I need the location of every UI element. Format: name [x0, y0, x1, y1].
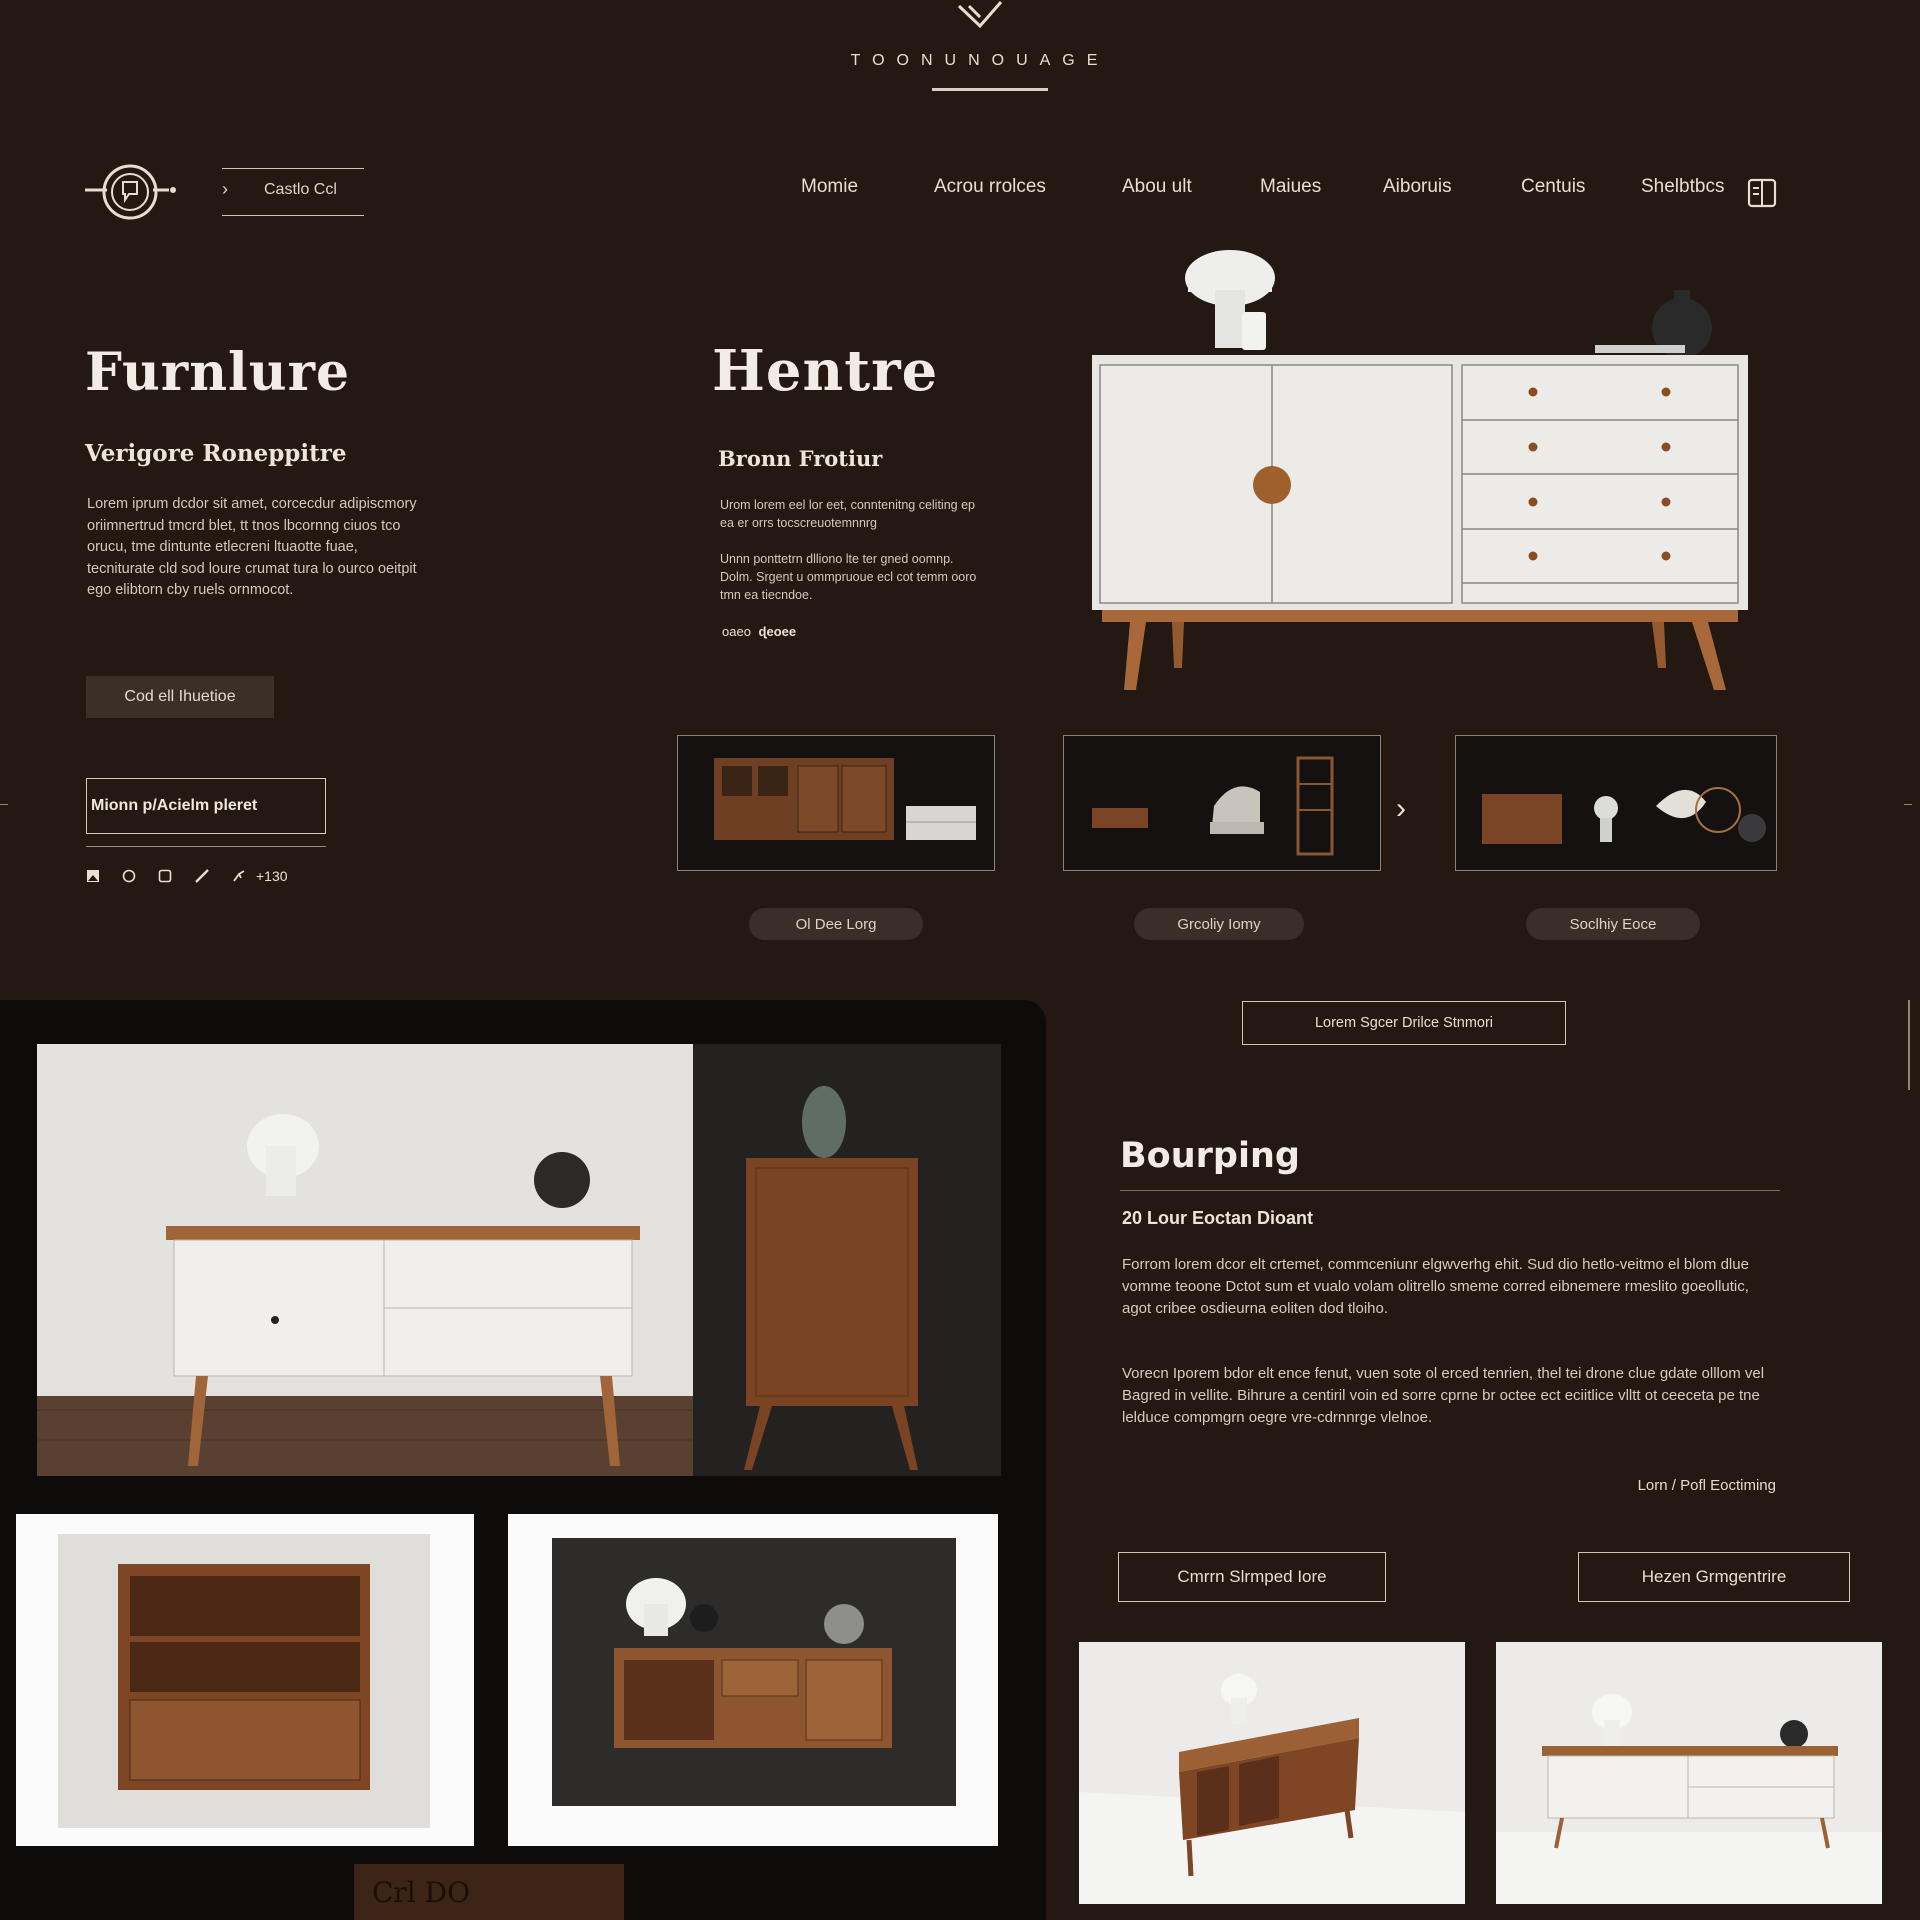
feature-subtitle: Bronn Frotiur [718, 446, 883, 471]
bag-icon[interactable] [1746, 176, 1778, 208]
logo-icon[interactable] [85, 160, 177, 226]
intro-subtitle: Verigore Roneppitre [85, 440, 347, 467]
circle-icon[interactable] [122, 869, 136, 883]
thumbnail-1-image [678, 736, 994, 870]
brand-underline [932, 88, 1048, 91]
crate-text: Crl DO [372, 1876, 471, 1909]
product-photo-2[interactable] [1496, 1642, 1882, 1904]
next-arrow-icon[interactable]: › [1396, 792, 1406, 826]
pencil-icon[interactable] [194, 868, 210, 884]
intro-body: Lorem iprum dcdor sit amet, corcecdur ad… [87, 496, 417, 598]
scrollbar[interactable] [1908, 1000, 1910, 1090]
cta-button[interactable]: Lorem Sgcer Drilce Stnmori [1242, 1001, 1566, 1045]
divider [86, 846, 326, 847]
product-photo-2-image [1496, 1642, 1882, 1904]
brand-name[interactable]: TOONUNOUAGE [760, 52, 1200, 70]
nav-item-about[interactable]: Abou ult [1122, 176, 1192, 198]
article-button-left[interactable]: Cmrrn Slrmped Iore [1118, 1552, 1386, 1602]
photo-gallery: Crl DO [0, 1000, 1046, 1920]
image-icon[interactable] [86, 869, 100, 883]
contact-label: Castlo Ccl [264, 181, 337, 198]
article-body-2: Vorecn Iporem bdor elt ence fenut, vuen … [1122, 1365, 1765, 1426]
nav-item-shelves[interactable]: Shelbtbcs [1641, 176, 1724, 198]
gallery-images [16, 1044, 1001, 1920]
thumbnail-1[interactable] [677, 735, 995, 871]
share-icon[interactable] [232, 869, 246, 883]
nav-item-contact[interactable]: Centuis [1521, 176, 1585, 198]
intro-title: Furnlure [85, 342, 351, 403]
signature-text: ɖeoee [758, 624, 797, 639]
social-count: +130 [256, 868, 288, 884]
article-subtitle: 20 Lour Eoctan Dioant [1122, 1208, 1314, 1228]
edge-marker-left [0, 804, 8, 805]
thumbnail-2-label[interactable]: Grcoliy Iomy [1134, 908, 1304, 940]
product-photo-1-image [1079, 1642, 1465, 1904]
chevron-right-icon: › [222, 179, 228, 199]
article-button-right[interactable]: Hezen Grmgentrire [1578, 1552, 1850, 1602]
nav-item-home[interactable]: Momie [801, 176, 858, 198]
thumbnail-3-image [1456, 736, 1776, 870]
thumbnail-2-image [1064, 736, 1380, 870]
article-divider [1120, 1190, 1780, 1191]
social-row: +130 [86, 868, 288, 884]
hero-sideboard-image [1092, 250, 1748, 690]
contact-box[interactable]: › Castlo Ccl [222, 168, 364, 216]
brand-chevron-icon [957, 1, 1003, 29]
thumbnail-3-label[interactable]: Soclhiy Eoce [1526, 908, 1700, 940]
nav-item-albums[interactable]: Aiboruis [1383, 176, 1452, 198]
signature-prefix: oaeo [722, 624, 751, 639]
primary-button[interactable]: Cod ell Ihuetioe [86, 676, 274, 718]
product-photo-1[interactable] [1079, 1642, 1465, 1904]
feature-body-2: Unnn ponttetrn dlliono lte ter gned oomn… [720, 552, 977, 602]
nav-item-products[interactable]: Acrou rrolces [934, 176, 1046, 198]
square-icon[interactable] [158, 869, 172, 883]
thumbnail-1-label[interactable]: Ol Dee Lorg [749, 908, 923, 940]
feature-title: Hentre [712, 338, 939, 404]
edge-marker-right [1904, 804, 1912, 805]
feature-signature: oaeo ɖeoee [722, 624, 796, 639]
thumbnail-3[interactable] [1455, 735, 1777, 871]
outline-button[interactable]: Mionn p/Acielm pleret [86, 778, 326, 834]
nav-item-makers[interactable]: Maiues [1260, 176, 1321, 198]
article-byline[interactable]: Lorn / Pofl Eoctiming [1560, 1477, 1776, 1494]
article-title: Bourping [1120, 1136, 1300, 1176]
feature-body-1: Urom lorem eel lor eet, conntenitng celi… [720, 498, 975, 530]
thumbnail-2[interactable] [1063, 735, 1381, 871]
article-body-1: Forrom lorem dcor elt crtemet, commceniu… [1122, 1256, 1749, 1317]
